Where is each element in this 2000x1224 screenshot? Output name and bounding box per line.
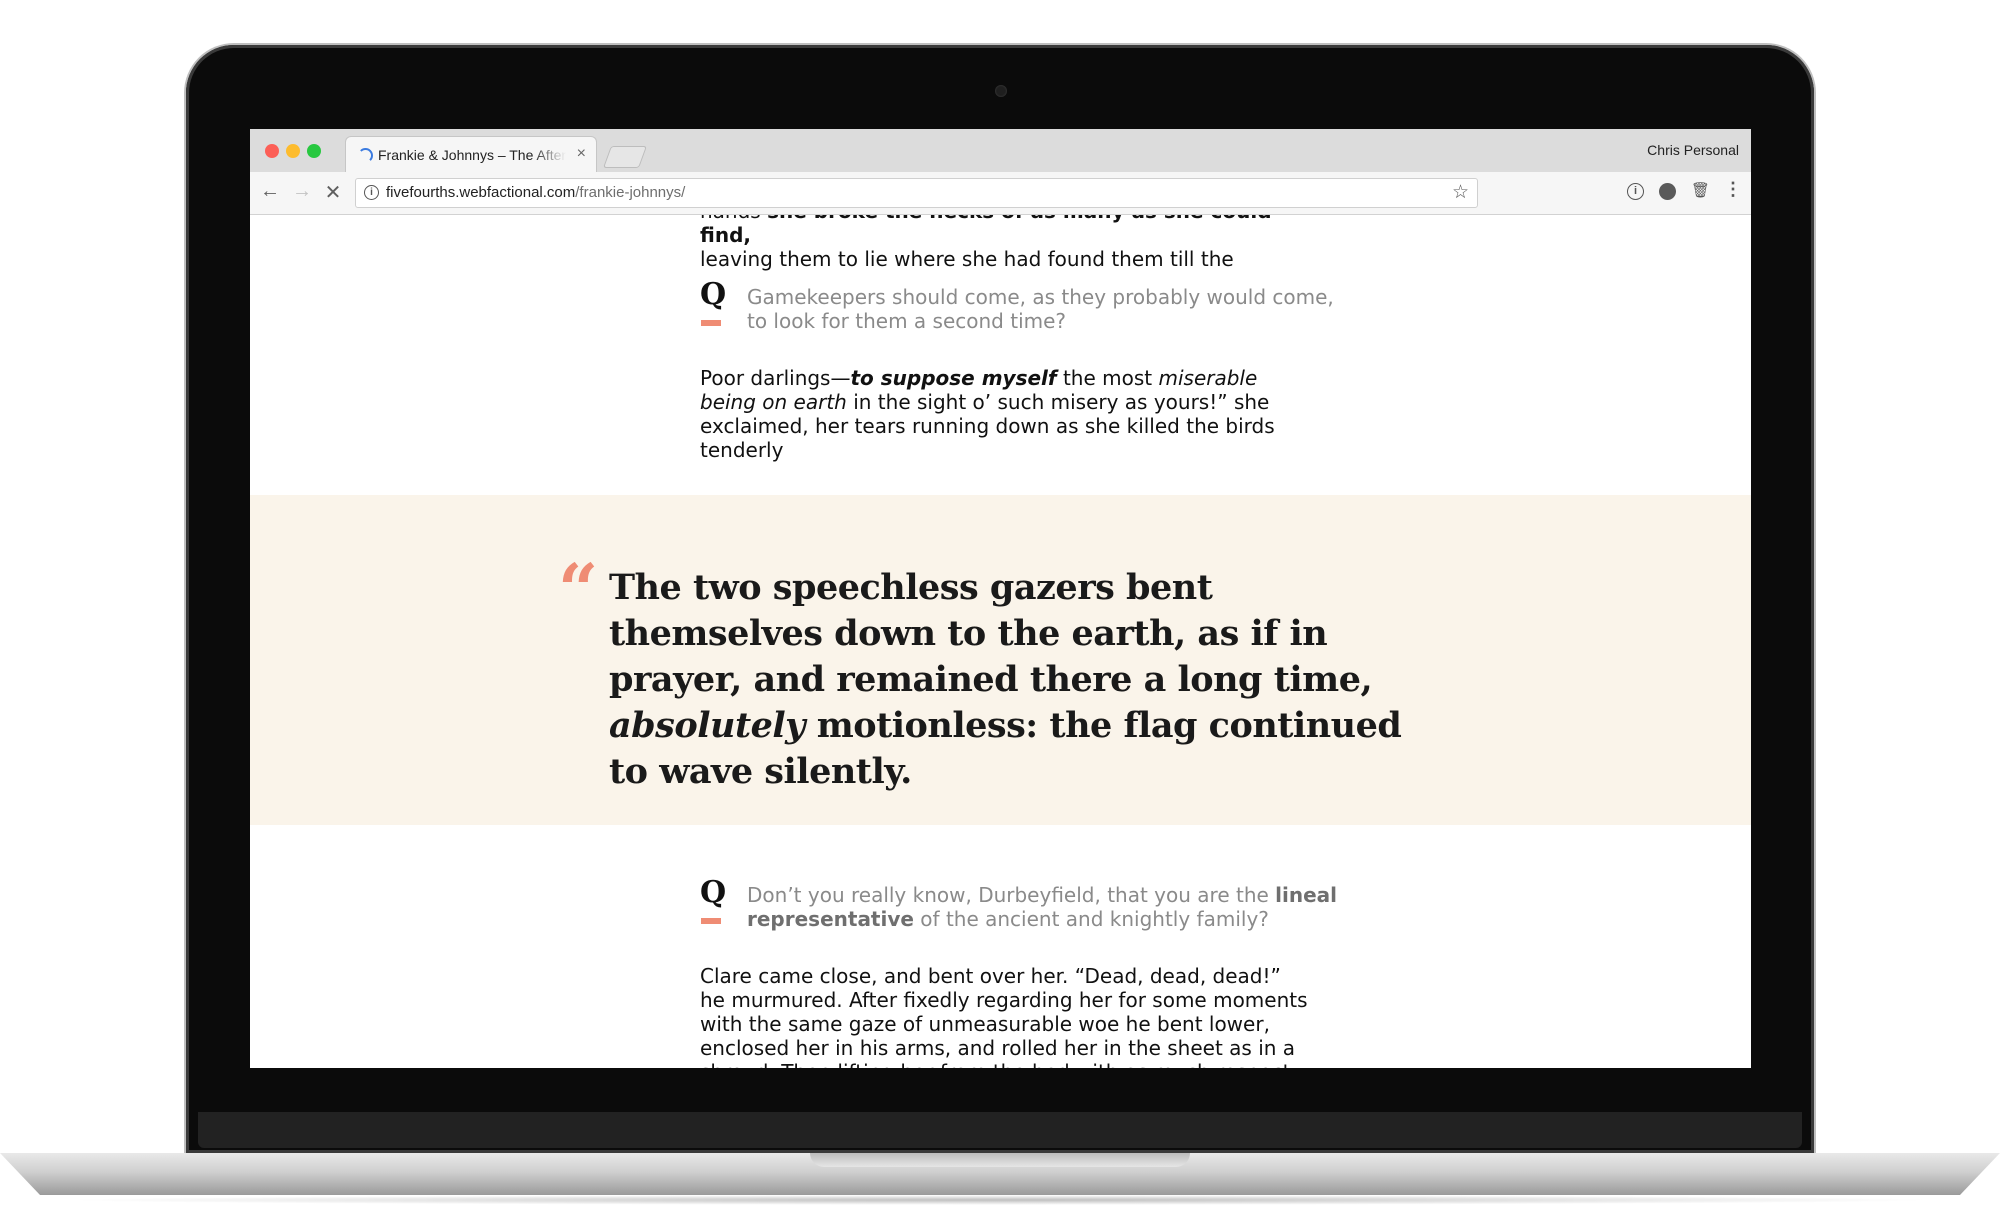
new-tab-button[interactable]: [602, 146, 648, 168]
pull-quote: The two speechless gazers bent themselve…: [609, 565, 1419, 795]
paragraph-middle-b: the most: [1056, 366, 1159, 390]
pull-quote-italic: absolutely: [609, 705, 806, 746]
url-text[interactable]: fivefourths.webfactional.com/frankie-joh…: [386, 184, 685, 201]
page-content: hands she broke the necks of as many as …: [250, 215, 1751, 1068]
tab-active[interactable]: Frankie & Johnnys – The Afternoon ×: [345, 136, 597, 173]
paragraph-middle-a: Poor darlings—: [700, 366, 851, 390]
url-host: fivefourths.webfactional.com: [386, 184, 576, 201]
browser-window: Frankie & Johnnys – The Afternoon × Chri…: [250, 129, 1751, 1068]
question-label: Q: [700, 875, 727, 910]
laptop-shadow: [60, 1195, 1940, 1205]
question-2-a: Don’t you really know, Durbeyfield, that…: [747, 883, 1276, 907]
site-info-icon[interactable]: i: [364, 185, 379, 200]
laptop-notch: [810, 1153, 1190, 1167]
minimize-window-button[interactable]: [286, 144, 300, 158]
paragraph-bottom: Clare came close, and bent over her. “De…: [700, 964, 1308, 1068]
paragraph-middle-bold-italic: to suppose myself: [850, 366, 1057, 390]
question-accent-bar: [701, 320, 721, 326]
close-tab-icon[interactable]: ×: [577, 145, 586, 163]
stop-loading-icon[interactable]: ✕: [321, 180, 345, 205]
tab-title: Frankie & Johnnys – The Afternoon: [378, 147, 566, 163]
extension-shield-icon[interactable]: [1659, 183, 1676, 200]
profile-name[interactable]: Chris Personal: [1647, 142, 1739, 158]
extension-trash-icon[interactable]: 🗑: [1691, 182, 1710, 200]
url-path: /frankie-johnnys/: [575, 184, 686, 201]
pull-quote-a: The two speechless gazers bent themselve…: [609, 567, 1373, 700]
paragraph-top-bold: she broke the necks of as many as she co…: [700, 215, 1272, 247]
bookmark-star-icon[interactable]: ☆: [1452, 181, 1469, 204]
quote-mark-icon: “: [558, 548, 599, 631]
paragraph-middle: Poor darlings—to suppose myself the most…: [700, 366, 1310, 462]
close-window-button[interactable]: [265, 144, 279, 158]
webcam: [995, 85, 1007, 97]
question-text-2: Don’t you really know, Durbeyfield, that…: [747, 883, 1347, 931]
address-bar[interactable]: i fivefourths.webfactional.com/frankie-j…: [355, 178, 1478, 208]
tab-strip: Frankie & Johnnys – The Afternoon × Chri…: [250, 129, 1751, 173]
question-text-1: Gamekeepers should come, as they probabl…: [747, 285, 1334, 333]
pull-quote-section: “ The two speechless gazers bent themsel…: [250, 495, 1751, 825]
paragraph-top: hands she broke the necks of as many as …: [700, 215, 1310, 271]
question-label: Q: [700, 277, 727, 312]
extension-info-icon[interactable]: i: [1627, 183, 1644, 200]
laptop-bezel-bottom: [198, 1112, 1802, 1148]
browser-toolbar: ← → ✕ i fivefourths.webfactional.com/fra…: [250, 172, 1751, 215]
back-arrow-icon[interactable]: ←: [258, 180, 282, 203]
question-accent-bar: [701, 918, 721, 924]
paragraph-top-rest: leaving them to lie where she had found …: [700, 247, 1234, 271]
loading-spinner-icon: [358, 148, 373, 163]
zoom-window-button[interactable]: [307, 144, 321, 158]
question-2-b: of the ancient and knightly family?: [913, 907, 1269, 931]
forward-arrow-icon[interactable]: →: [290, 180, 314, 203]
browser-menu-icon[interactable]: ⋮: [1724, 180, 1742, 198]
paragraph-top-prefix: hands: [700, 215, 767, 223]
